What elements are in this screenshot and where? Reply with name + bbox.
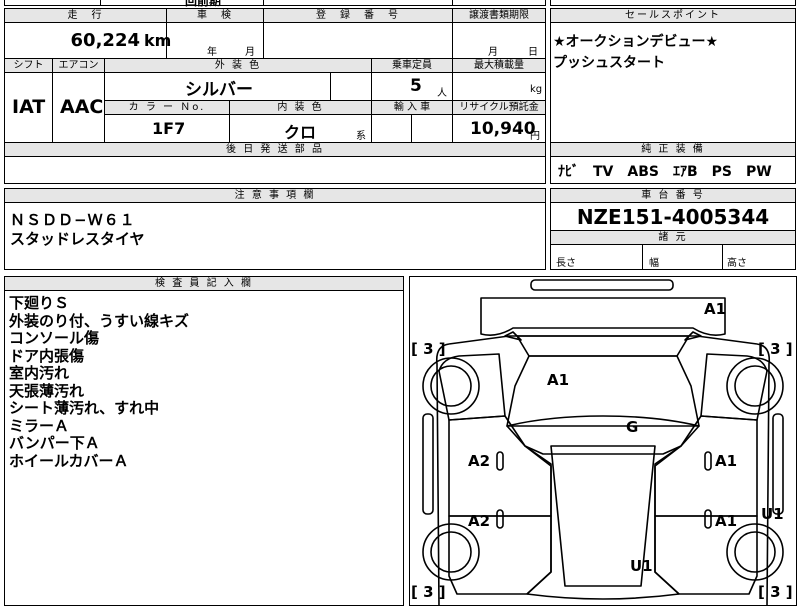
interior-color-value: クロ — [284, 123, 317, 142]
aircon-value: AAC — [60, 96, 104, 118]
recycle-unit: 円 — [530, 131, 540, 142]
notes-line-2: スタッドレスタイヤ — [10, 230, 145, 248]
notes-line-1: ＮＳＤＤ−Ｗ６１ — [10, 211, 136, 229]
top-strip-right — [550, 0, 796, 6]
inspector-line-4: ドア内張傷 — [9, 346, 85, 365]
recycle-value: 10,940 — [470, 119, 536, 139]
inspector-line-10: ホイールカバーＡ — [9, 451, 129, 470]
inspector-line-2: 外装のり付、うすい線キズ — [9, 311, 190, 330]
aircon-label: エアコン — [53, 59, 105, 72]
damage-mark-left-rear-door: A2 — [468, 512, 491, 530]
recycle-label: リサイクル預託金 — [453, 101, 545, 114]
damage-mark-trunk: U1 — [630, 557, 653, 575]
inspector-line-9: バンパー下Ａ — [9, 434, 100, 452]
inspection-year-unit: 年 — [207, 47, 217, 58]
wheel-rr-rating: [ 3 ] — [758, 583, 793, 601]
selling-point-1: ★オークションデビュー★ — [553, 34, 719, 50]
shift-value: IAT — [12, 96, 46, 118]
exterior-color-value: シルバー — [185, 80, 253, 100]
inspector-header: 検 査 員 記 入 欄 — [5, 277, 403, 290]
capacity-value: 5 — [410, 76, 422, 96]
exterior-color-label: 外 装 色 — [105, 59, 372, 72]
color-no-value: 1F7 — [152, 119, 186, 138]
selling-points-header: セールスポイント — [551, 9, 795, 22]
mileage-unit: km — [144, 31, 172, 50]
inspector-line-8: ミラーＡ — [9, 416, 70, 435]
inspector-line-5: 室内汚れ — [9, 364, 70, 382]
damage-mark-right-rear-door: A1 — [715, 512, 738, 530]
transfer-day-unit: 日 — [528, 47, 538, 58]
wheel-fl-rating: [ 3 ] — [411, 340, 446, 358]
wheel-fr-rating: [ 3 ] — [758, 340, 793, 358]
wheel-rl-rating: [ 3 ] — [411, 583, 446, 601]
damage-mark-bumper-front: A1 — [704, 300, 727, 318]
damage-mark-right-front-door: A1 — [715, 452, 738, 470]
mileage-value: 60,224 — [70, 30, 140, 51]
inspection-header: 車 検 — [167, 9, 263, 22]
transfer-month-unit: 月 — [488, 47, 498, 58]
chassis-number: NZE151-4005344 — [576, 205, 770, 229]
inspector-line-7: シート薄汚れ、すれ中 — [9, 399, 160, 417]
damage-mark-roof: G — [626, 418, 639, 436]
spec-width-label: 幅 — [649, 258, 659, 269]
spec-length-label: 長さ — [556, 258, 576, 269]
inspection-month-unit: 月 — [245, 47, 255, 58]
capacity-unit: 人 — [437, 88, 447, 99]
interior-color-label: 内 装 色 — [230, 101, 372, 114]
selling-point-2: プッシュスタート — [553, 55, 665, 71]
inspector-line-3: コンソール傷 — [9, 329, 100, 347]
transfer-header: 譲渡書類期限 — [453, 9, 545, 22]
top-strip — [4, 0, 546, 6]
chassis-header: 車 台 番 号 — [551, 189, 795, 202]
equipment-value: ﾅﾋﾞ TV ABS ｴｱB PS PW — [558, 164, 772, 180]
import-label: 輸 入 車 — [372, 101, 453, 114]
damage-mark-right-rear-fender: U1 — [761, 505, 784, 523]
damage-mark-hood: A1 — [547, 371, 570, 389]
specs-header: 諸 元 — [551, 231, 795, 244]
interior-color-suffix: 系 — [356, 131, 366, 142]
capacity-label: 乗車定員 — [372, 59, 453, 72]
max-load-label: 最大積載量 — [453, 59, 545, 72]
shift-label: シフト — [5, 59, 53, 72]
inspector-line-1: 下廻りＳ — [9, 294, 70, 312]
color-no-label: カ ラ ー Ｎo. — [105, 101, 230, 114]
notes-header: 注 意 事 項 欄 — [5, 189, 545, 202]
spec-height-label: 高さ — [727, 258, 747, 269]
registration-header: 登 録 番 号 — [264, 9, 452, 22]
equipment-header: 純 正 装 備 — [551, 143, 795, 156]
max-load-unit: kg — [530, 84, 543, 95]
car-diagram — [422, 279, 784, 606]
inspector-line-6: 天張薄汚れ — [9, 381, 85, 400]
later-parts-header: 後 日 発 送 部 品 — [5, 143, 545, 156]
damage-mark-left-front-door: A2 — [468, 452, 491, 470]
mileage-header: 走 行 — [5, 9, 166, 22]
